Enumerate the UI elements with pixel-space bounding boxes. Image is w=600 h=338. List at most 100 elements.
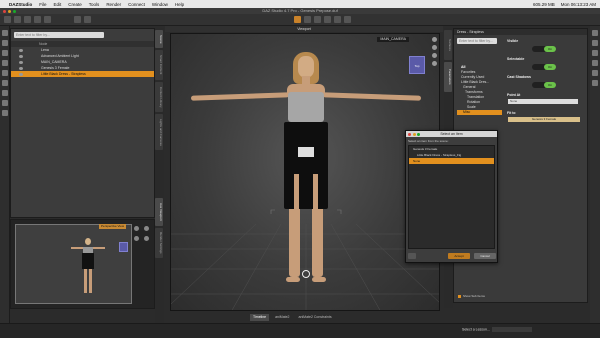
dialog-message: Select an item from the scene:: [408, 139, 449, 143]
materials-icon[interactable]: [2, 100, 8, 106]
tab-animate2-constraints[interactable]: aniMate2 Constraints: [296, 314, 335, 321]
save-icon[interactable]: [24, 16, 31, 23]
viewport-nav-controls: [432, 37, 437, 69]
pan-icon[interactable]: [432, 45, 437, 50]
lights-icon[interactable]: [2, 60, 8, 66]
visibility-eye-icon[interactable]: [19, 54, 23, 58]
app-menu[interactable]: DAZStudio: [9, 2, 32, 7]
surfaces-icon[interactable]: [592, 50, 598, 56]
aux-view-label[interactable]: Perspective View: [99, 224, 126, 229]
frame-icon[interactable]: [432, 61, 437, 66]
visible-toggle[interactable]: On: [532, 46, 556, 52]
cast-shadows-toggle[interactable]: On: [532, 82, 556, 88]
dialog-item-selected[interactable]: None: [409, 158, 494, 164]
menu-render[interactable]: Render: [106, 2, 121, 7]
render-settings-icon[interactable]: [74, 16, 81, 23]
main-viewport[interactable]: MAIN_CAMERA Top: [170, 33, 440, 311]
main-toolbar: [0, 14, 600, 26]
tab-surfaces[interactable]: Surfaces: [444, 30, 452, 60]
content-library-icon[interactable]: [2, 50, 8, 56]
scale-tool-icon[interactable]: [334, 16, 341, 23]
params-filter-input[interactable]: Enter text to filter by...: [457, 38, 497, 44]
visibility-eye-icon[interactable]: [19, 48, 23, 52]
fit-to-field[interactable]: Genesis 3 Female: [508, 117, 580, 122]
visibility-eye-icon[interactable]: [19, 60, 23, 64]
aux-frame-icon[interactable]: [144, 236, 150, 241]
tab-parameters[interactable]: Parameters: [444, 62, 452, 92]
node-selection-tool-icon[interactable]: [294, 16, 301, 23]
select-item-dialog: Select an Item Select an item from the s…: [405, 130, 498, 263]
tab-content-library[interactable]: Content Library: [155, 82, 163, 112]
zoom-icon[interactable]: [432, 53, 437, 58]
dialog-zoom-icon[interactable]: [417, 132, 420, 136]
lights-icon[interactable]: [592, 60, 598, 66]
rotate-tool-icon[interactable]: [314, 16, 321, 23]
cancel-button[interactable]: Cancel: [474, 253, 496, 259]
param-group-selected[interactable]: Misc: [457, 110, 502, 115]
camera-icon[interactable]: [2, 110, 8, 116]
visibility-eye-icon[interactable]: [19, 66, 23, 70]
menu-create[interactable]: Create: [68, 2, 82, 7]
window-title: DAZ Studio 4.7 Pro - Genesis Prepose.duf: [262, 8, 338, 13]
zoom-window-icon[interactable]: [13, 9, 16, 13]
tab-animate2[interactable]: aniMate2: [272, 314, 292, 321]
parameters-icon[interactable]: [592, 80, 598, 86]
tab-lights-cameras[interactable]: Lights and Cameras: [155, 114, 163, 150]
dialog-minimize-icon[interactable]: [412, 132, 416, 136]
scene-node-selected[interactable]: Little Black Dress - Strapless: [11, 71, 154, 77]
redo-icon[interactable]: [44, 16, 51, 23]
show-sub-items-checkbox[interactable]: [458, 294, 461, 298]
posing-icon[interactable]: [592, 40, 598, 46]
selectable-toggle[interactable]: On: [532, 64, 556, 70]
scene-tab-icon[interactable]: [2, 30, 8, 36]
menu-file[interactable]: File: [39, 2, 46, 7]
wardrobe-icon[interactable]: [2, 80, 8, 86]
aux-view-area[interactable]: [15, 224, 132, 304]
aux-viewport[interactable]: Perspective View: [10, 219, 155, 309]
open-icon[interactable]: [14, 16, 21, 23]
camera-tool-icon[interactable]: [344, 16, 351, 23]
menu-connect[interactable]: Connect: [128, 2, 145, 7]
render-icon[interactable]: [84, 16, 91, 23]
menu-edit[interactable]: Edit: [54, 2, 62, 7]
translate-tool-icon[interactable]: [324, 16, 331, 23]
aux-orbit-icon[interactable]: [134, 226, 139, 231]
visibility-eye-icon[interactable]: [19, 72, 23, 76]
show-sub-items[interactable]: Show Sub Items: [458, 294, 485, 298]
tab-smart-content[interactable]: Smart Content: [155, 50, 163, 80]
tab-timeline[interactable]: Timeline: [250, 313, 270, 321]
smart-content-icon[interactable]: [2, 40, 8, 46]
scene-filter-input[interactable]: Enter text to filter by...: [14, 32, 104, 38]
menu-tools[interactable]: Tools: [89, 2, 100, 7]
aux-nav-controls: [132, 224, 152, 244]
tab-render-settings[interactable]: Render Settings: [155, 228, 163, 258]
universal-tool-icon[interactable]: [304, 16, 311, 23]
pose-icon[interactable]: [2, 90, 8, 96]
dialog-close-icon[interactable]: [408, 132, 411, 136]
mini-figure-dress: [82, 253, 94, 269]
aux-pan-icon[interactable]: [144, 226, 150, 231]
new-scene-icon[interactable]: [4, 16, 11, 23]
shaping-icon[interactable]: [592, 30, 598, 36]
aux-zoom-icon[interactable]: [134, 236, 139, 241]
aux-view-cube-icon[interactable]: [119, 242, 128, 252]
undo-icon[interactable]: [34, 16, 41, 23]
lesson-selector[interactable]: Select a Lesson...: [462, 327, 532, 332]
menu-help[interactable]: Help: [175, 2, 184, 7]
clock: Mon 06:13:23 AM: [560, 1, 596, 7]
close-window-icon[interactable]: [3, 9, 6, 13]
view-cube-icon[interactable]: Top: [409, 56, 425, 74]
accept-button[interactable]: Accept: [448, 253, 470, 259]
camera-selector[interactable]: MAIN_CAMERA: [377, 37, 409, 42]
tab-scene[interactable]: Scene: [155, 30, 163, 48]
figure-icon[interactable]: [2, 70, 8, 76]
tab-aux-viewport[interactable]: Aux Viewport: [155, 198, 163, 226]
point-at-field[interactable]: None: [508, 99, 578, 104]
params-node-selector[interactable]: Dress - Strapless: [454, 29, 587, 35]
menu-window[interactable]: Window: [152, 2, 168, 7]
orbit-icon[interactable]: [432, 37, 437, 42]
dialog-help-icon[interactable]: [408, 253, 416, 259]
param-fit-to: Fit to Genesis 3 Female: [504, 111, 584, 129]
tool-settings-icon[interactable]: [592, 70, 598, 76]
minimize-window-icon[interactable]: [8, 9, 11, 13]
